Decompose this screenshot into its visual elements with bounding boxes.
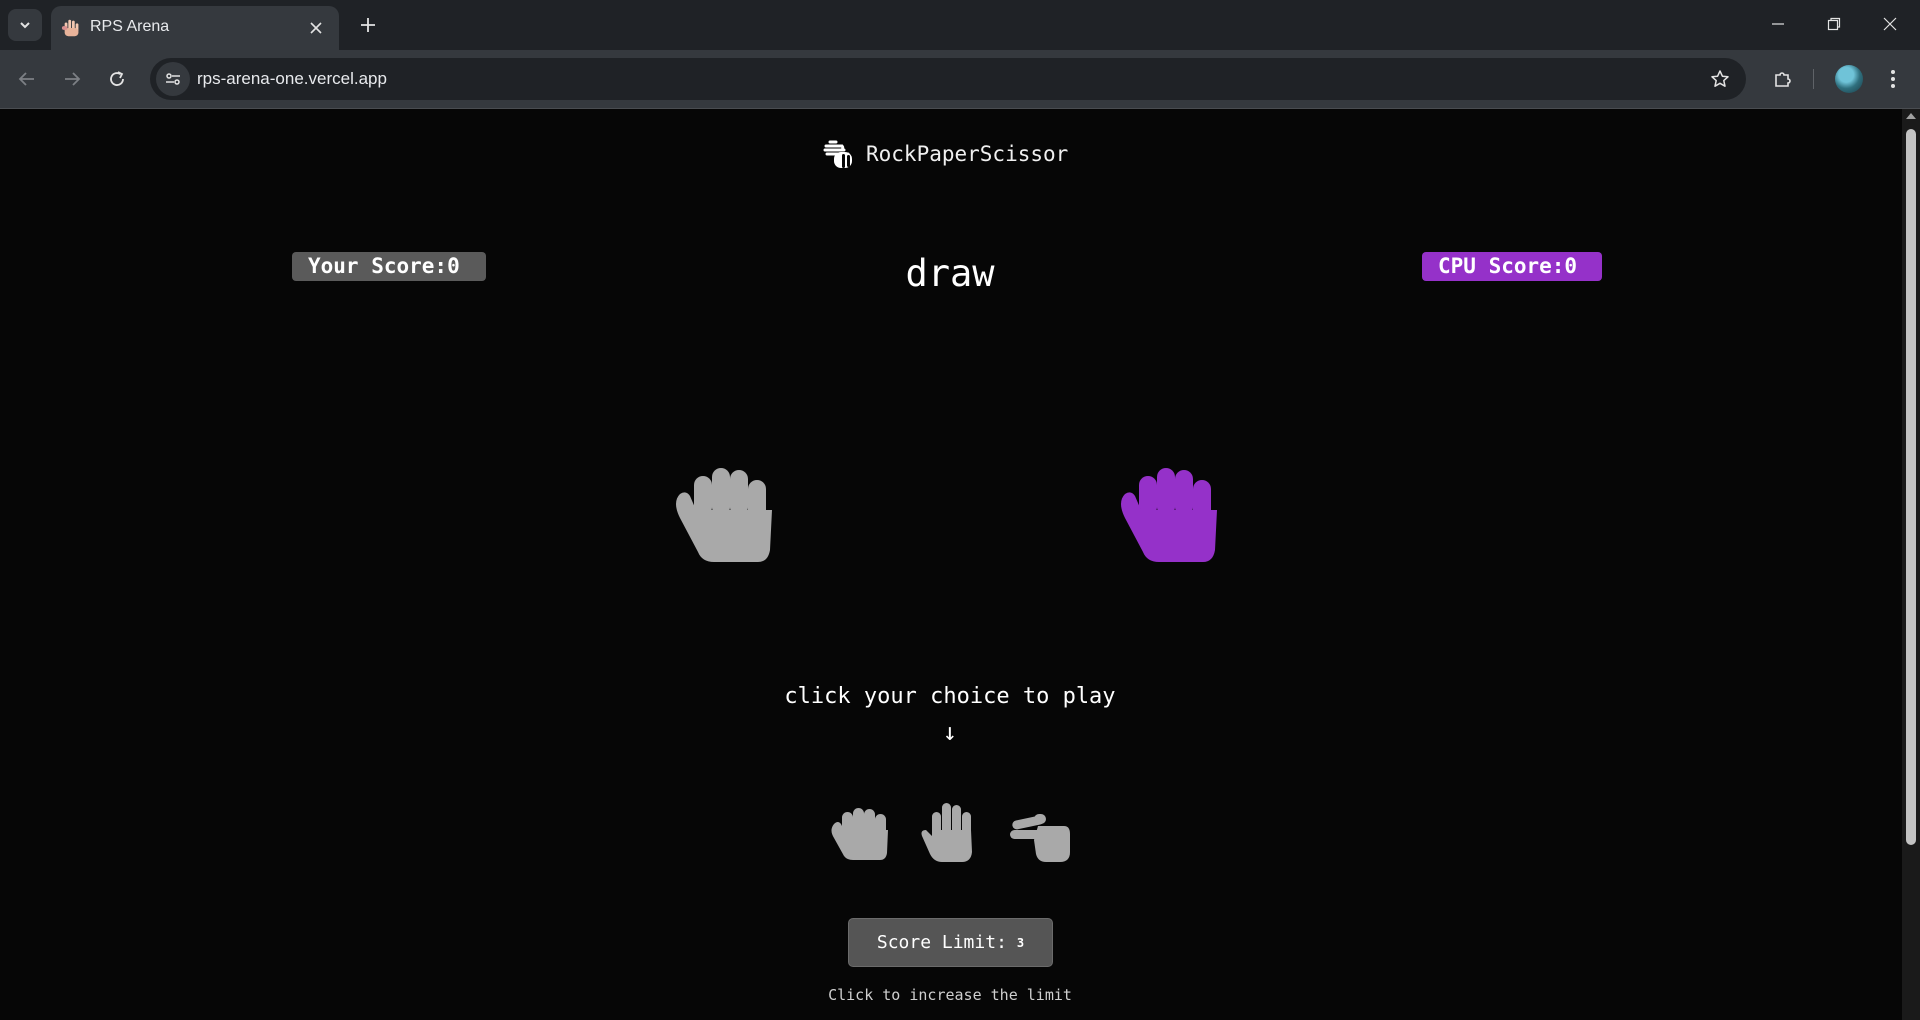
cpu-score-badge: CPU Score:0 xyxy=(1422,252,1602,281)
arrow-left-icon xyxy=(18,72,34,86)
plus-icon xyxy=(361,18,375,32)
browser-tab-bar: RPS Arena xyxy=(0,0,1920,50)
down-arrow: ↓ xyxy=(942,718,958,746)
paper-choice-button[interactable] xyxy=(918,800,982,864)
puzzle-icon xyxy=(1775,72,1791,87)
score-limit-label: Score Limit: xyxy=(876,932,1007,953)
tab-title: RPS Arena xyxy=(90,18,170,35)
minimize-button[interactable] xyxy=(1750,0,1806,48)
profile-avatar[interactable] xyxy=(1835,65,1863,93)
hand-logo-icon xyxy=(823,140,852,168)
round-result: draw xyxy=(905,252,995,295)
restore-icon xyxy=(1827,17,1841,31)
new-tab-button[interactable] xyxy=(354,11,382,39)
forward-button[interactable] xyxy=(55,62,89,96)
browser-toolbar: rps-arena-one.vercel.app xyxy=(0,50,1920,108)
scroll-up-arrow[interactable] xyxy=(1906,113,1916,119)
close-icon xyxy=(310,22,322,34)
back-button[interactable] xyxy=(10,62,44,96)
your-score-badge: Your Score:0 xyxy=(292,252,486,281)
chevron-down-icon xyxy=(20,22,30,29)
tab-close-button[interactable] xyxy=(305,17,327,39)
reload-icon xyxy=(110,71,124,86)
cpu-rock-icon xyxy=(1121,468,1217,562)
player-rock-icon xyxy=(676,468,772,562)
hand-icon xyxy=(61,19,79,37)
page-viewport xyxy=(0,109,1902,1020)
score-limit-hint: Click to increase the limit xyxy=(828,986,1072,1004)
kebab-menu-icon xyxy=(1891,70,1895,88)
page-scrollbar[interactable] xyxy=(1902,109,1920,1020)
app-title: RockPaperScissor xyxy=(866,142,1069,166)
tab-search-button[interactable] xyxy=(8,9,42,41)
tune-icon xyxy=(166,73,180,85)
extensions-button[interactable] xyxy=(1766,62,1800,96)
rock-choice-button[interactable] xyxy=(828,800,892,864)
app-logo: RockPaperScissor xyxy=(822,136,1068,172)
scroll-thumb[interactable] xyxy=(1906,129,1916,845)
site-info-button[interactable] xyxy=(156,62,190,96)
close-window-button[interactable] xyxy=(1862,0,1918,48)
browser-tab[interactable]: RPS Arena xyxy=(51,6,339,50)
play-instruction: click your choice to play xyxy=(784,684,1116,709)
arrow-right-icon xyxy=(65,72,81,86)
url-text[interactable]: rps-arena-one.vercel.app xyxy=(197,69,387,89)
bookmark-button[interactable] xyxy=(1708,67,1732,91)
address-bar[interactable]: rps-arena-one.vercel.app xyxy=(150,58,1746,100)
score-limit-value: 3 xyxy=(1016,935,1025,950)
minimize-icon xyxy=(1772,23,1784,25)
star-icon xyxy=(1711,70,1729,87)
close-icon xyxy=(1883,17,1897,31)
restore-button[interactable] xyxy=(1806,0,1862,48)
reload-button[interactable] xyxy=(100,62,134,96)
browser-menu-button[interactable] xyxy=(1876,62,1910,96)
scissors-choice-button[interactable] xyxy=(1008,800,1072,864)
toolbar-separator xyxy=(1813,69,1814,89)
score-limit-button[interactable]: Score Limit: 3 xyxy=(848,918,1053,967)
